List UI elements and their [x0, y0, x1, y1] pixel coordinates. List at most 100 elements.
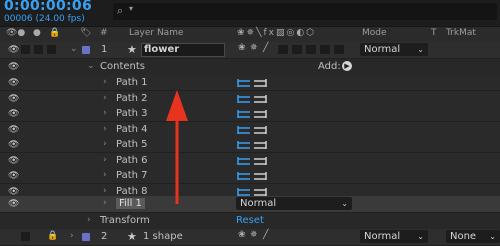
t-column-header: T	[431, 28, 437, 38]
shy-switch-icon[interactable]: ❀	[238, 43, 246, 53]
shape-layer-star-icon: ★	[127, 230, 137, 243]
path-link-icon[interactable]	[236, 187, 270, 197]
chevron-right-icon[interactable]: ›	[103, 186, 107, 196]
collapse-switch-icon[interactable]: ✵	[250, 230, 258, 240]
add-label: Add:	[318, 61, 341, 72]
transform-row[interactable]: › Transform Reset	[0, 213, 500, 230]
path-row[interactable]: 👁 › Path 3	[0, 106, 500, 122]
path-row[interactable]: 👁 › Path 2	[0, 90, 500, 107]
track-matte-select[interactable]: None ⌄	[446, 230, 500, 243]
chevron-down-icon: ⌄	[341, 199, 348, 208]
chevron-right-icon[interactable]: ›	[103, 108, 107, 118]
eye-icon[interactable]: 👁	[8, 45, 19, 55]
path-link-icon[interactable]	[236, 109, 270, 119]
3d-layer-switch[interactable]	[334, 45, 344, 54]
path-row[interactable]: 👁 › Path 1	[0, 75, 500, 91]
transform-label: Transform	[100, 215, 150, 226]
path-label: Path 5	[116, 139, 148, 150]
layer-number: 1	[101, 44, 108, 55]
chevron-right-icon[interactable]: ›	[103, 124, 107, 134]
chevron-right-icon[interactable]: ›	[103, 139, 107, 149]
column-header: 👁● ● 🔒 🏷 # Layer Name ❀✵╲fx▨◎◐⬡ Mode T T…	[0, 26, 500, 43]
add-menu-button[interactable]: ▶	[342, 61, 352, 71]
eye-icon[interactable]: 👁	[8, 171, 19, 181]
layer-name-field[interactable]: flower	[141, 43, 225, 57]
number-column-header: #	[100, 28, 108, 38]
chevron-down-icon: ⌄	[489, 232, 496, 241]
frame-blend-switch[interactable]	[292, 45, 302, 54]
path-row[interactable]: 👁 › Path 5	[0, 137, 500, 153]
eye-icon[interactable]: 👁	[8, 140, 19, 150]
chevron-right-icon[interactable]: ›	[87, 215, 91, 225]
blend-mode-select[interactable]: Normal ⌄	[360, 43, 428, 56]
path-row[interactable]: 👁 › Path 6	[0, 152, 500, 169]
lock-header-icon: 🔒	[49, 28, 61, 38]
path-row[interactable]: 👁 › Path 4	[0, 121, 500, 138]
layer-row-flower[interactable]: 👁 ⌄ 1 ★ flower ❀ ✵ ╱ Normal ⌄	[0, 42, 500, 59]
timeline-topbar: 0:00:00:06 00006 (24.00 fps) ⌕ ▾	[0, 0, 500, 26]
layer-name[interactable]: 1 shape	[143, 231, 183, 242]
eye-icon[interactable]: 👁	[8, 187, 19, 197]
chevron-right-icon[interactable]: ›	[103, 155, 107, 165]
effects-switch[interactable]	[278, 45, 288, 54]
chevron-down-icon: ▾	[129, 4, 134, 13]
contents-label: Contents	[100, 61, 145, 72]
audio-toggle[interactable]	[21, 45, 30, 54]
label-header-icon: 🏷	[80, 28, 92, 38]
chevron-right-icon[interactable]: ›	[103, 93, 107, 103]
current-time-display[interactable]: 0:00:00:06	[4, 0, 92, 14]
path-link-icon[interactable]	[236, 156, 270, 166]
contents-group-row[interactable]: 👁 ⌄ Contents Add: ▶	[0, 59, 500, 76]
path-label: Path 1	[116, 77, 148, 88]
collapse-switch-icon[interactable]: ✵	[250, 43, 258, 53]
eye-icon[interactable]: 👁	[8, 78, 19, 88]
search-input[interactable]: ⌕ ▾	[113, 3, 497, 20]
chevron-down-icon[interactable]: ⌄	[70, 44, 78, 54]
path-label: Path 7	[116, 170, 148, 181]
reset-link[interactable]: Reset	[236, 215, 264, 226]
trkmat-column-header: TrkMat	[446, 28, 476, 38]
layer-label-color[interactable]	[82, 46, 90, 54]
switches-header-icons: ❀✵╲fx▨◎◐⬡	[237, 28, 317, 38]
av-features-header-icons: 👁●	[6, 28, 26, 38]
fill-blend-mode-select[interactable]: Normal ⌄	[236, 197, 352, 210]
quality-switch-icon[interactable]: ╱	[263, 43, 268, 53]
eye-icon[interactable]: 👁	[8, 109, 19, 119]
lock-toggle[interactable]	[47, 45, 56, 54]
fill-label[interactable]: Fill 1	[116, 198, 145, 209]
path-link-icon[interactable]	[236, 94, 270, 104]
chevron-right-icon[interactable]: ›	[103, 198, 107, 208]
eye-icon[interactable]: 👁	[8, 199, 19, 209]
layer-number: 2	[101, 231, 108, 242]
path-link-icon[interactable]	[236, 171, 270, 181]
eye-icon[interactable]: 👁	[8, 156, 19, 166]
path-link-icon[interactable]	[236, 125, 270, 135]
path-link-icon[interactable]	[236, 140, 270, 150]
adjustment-switch[interactable]	[320, 45, 330, 54]
frame-rate-display: 00006 (24.00 fps)	[4, 14, 85, 24]
fill-row[interactable]: 👁 › Fill 1 Normal ⌄	[0, 196, 500, 213]
chevron-down-icon: ⌄	[417, 232, 424, 241]
motion-blur-switch[interactable]	[306, 45, 316, 54]
chevron-right-icon[interactable]: ›	[103, 170, 107, 180]
path-label: Path 8	[116, 185, 148, 197]
eye-icon[interactable]: 👁	[8, 62, 19, 72]
path-row[interactable]: 👁 › Path 7	[0, 168, 500, 184]
path-label: Path 4	[116, 123, 148, 135]
chevron-right-icon[interactable]: ›	[103, 77, 107, 87]
chevron-down-icon[interactable]: ⌄	[87, 61, 95, 71]
eye-icon[interactable]: 👁	[8, 94, 19, 104]
solo-lock-header-icons: ●	[33, 28, 41, 38]
shy-switch-icon[interactable]: ❀	[238, 230, 246, 240]
layer-name-column-header[interactable]: Layer Name	[129, 28, 184, 38]
search-icon: ⌕	[117, 4, 124, 17]
path-label: Path 6	[116, 154, 148, 166]
eye-icon[interactable]: 👁	[8, 125, 19, 135]
path-label: Path 2	[116, 92, 148, 104]
layer-row-1-shape[interactable]: 🔒 › 2 ★ 1 shape ❀ ✵ ╱ Normal ⌄ None ⌄	[0, 229, 500, 246]
path-label: Path 3	[116, 108, 148, 119]
blend-mode-select[interactable]: Normal ⌄	[360, 230, 428, 243]
path-link-icon[interactable]	[236, 78, 270, 88]
solo-toggle[interactable]	[34, 45, 43, 54]
quality-switch-icon[interactable]: ╱	[263, 230, 268, 240]
